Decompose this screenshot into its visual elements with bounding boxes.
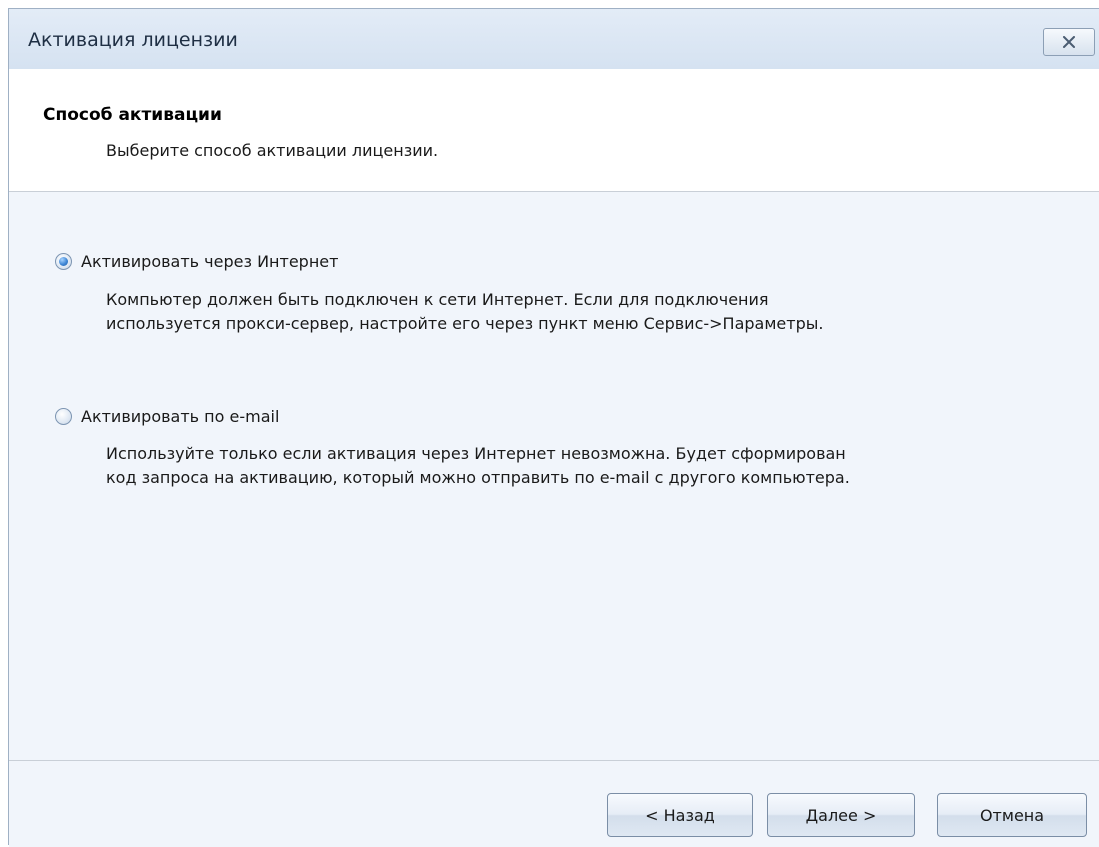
header-panel: Способ активации Выберите способ активац… [9, 69, 1099, 192]
page-title: Способ активации [43, 105, 222, 125]
description-line: Компьютер должен быть подключен к сети И… [106, 290, 769, 309]
close-icon [1063, 36, 1075, 48]
button-bar: < Назад Далее > Отмена [9, 760, 1099, 847]
description-line: код запроса на активацию, который можно … [106, 468, 850, 487]
description-line: используется прокси-сервер, настройте ег… [106, 314, 824, 333]
radio-dot [59, 257, 68, 266]
radio-label-internet: Активировать через Интернет [81, 252, 339, 271]
back-button[interactable]: < Назад [607, 793, 753, 837]
option-description-email: Используйте только если активация через … [106, 442, 850, 490]
window-title: Активация лицензии [28, 29, 238, 51]
close-button[interactable] [1043, 28, 1095, 56]
radio-selected-icon[interactable] [55, 253, 72, 270]
title-bar: Активация лицензии [9, 9, 1099, 70]
cancel-button[interactable]: Отмена [937, 793, 1087, 837]
option-description-internet: Компьютер должен быть подключен к сети И… [106, 288, 823, 336]
radio-option-internet[interactable]: Активировать через Интернет [55, 252, 338, 271]
radio-option-email[interactable]: Активировать по e-mail [55, 407, 279, 426]
options-panel: Активировать через Интернет Компьютер до… [9, 192, 1099, 760]
license-activation-dialog: Активация лицензии Способ активации Выбе… [8, 8, 1099, 847]
next-button[interactable]: Далее > [767, 793, 915, 837]
description-line: Используйте только если активация через … [106, 444, 846, 463]
radio-unselected-icon[interactable] [55, 408, 72, 425]
page-subtitle: Выберите способ активации лицензии. [106, 141, 439, 160]
radio-label-email: Активировать по e-mail [81, 407, 280, 426]
